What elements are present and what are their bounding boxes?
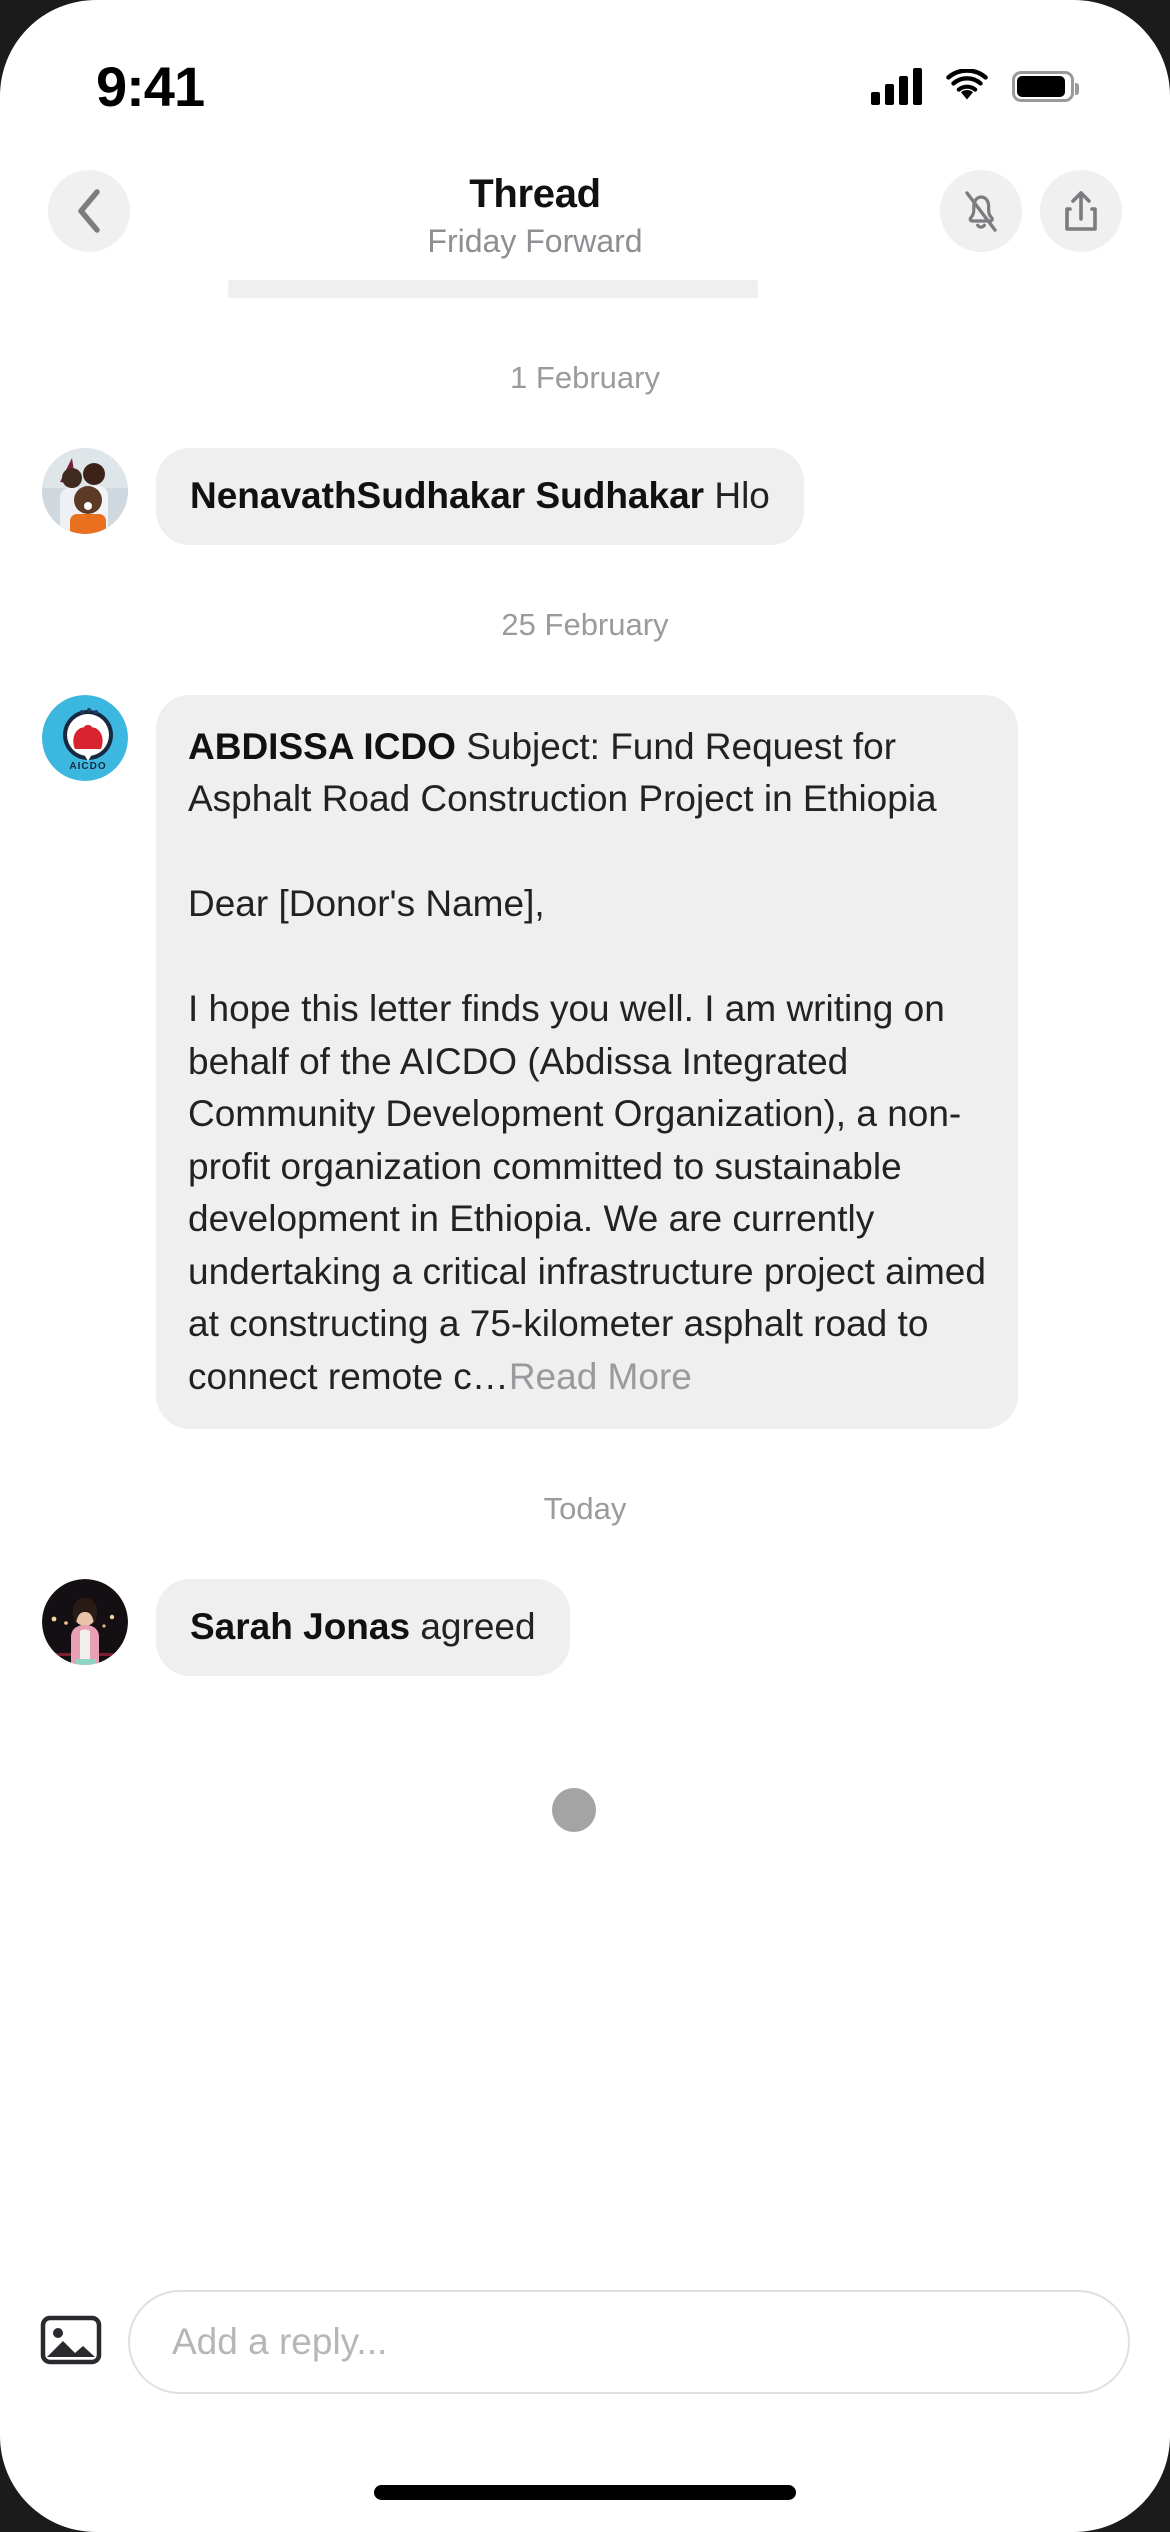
svg-text:AICDO: AICDO	[69, 761, 106, 772]
share-up-icon	[1065, 191, 1097, 231]
read-more-link[interactable]: Read More	[509, 1356, 692, 1397]
back-button[interactable]	[48, 170, 130, 252]
message-sender: Sarah Jonas	[190, 1606, 411, 1648]
image-icon	[40, 2315, 102, 2364]
phone-screen: 9:41 Thread Friday Forward 1 February Ne…	[0, 0, 1170, 2532]
nav-actions	[940, 170, 1122, 252]
nav-title-block: Thread Friday Forward	[130, 170, 940, 260]
navigation-bar: Thread Friday Forward	[0, 150, 1170, 280]
message-row[interactable]: Sarah Jonas agreed	[0, 1579, 1170, 1676]
date-divider: 1 February	[510, 360, 660, 395]
home-indicator	[374, 2485, 796, 2500]
message-text: agreed	[420, 1606, 536, 1648]
message-row[interactable]: NenavathSudhakar Sudhakar Hlo	[0, 448, 1170, 545]
woman-photo-avatar[interactable]	[42, 1579, 128, 1666]
reply-composer	[0, 2274, 1170, 2410]
chevron-left-icon	[78, 189, 100, 233]
date-divider: Today	[543, 1491, 627, 1527]
reply-input[interactable]	[128, 2290, 1130, 2394]
battery-icon	[1012, 70, 1079, 102]
message-text: Hlo	[714, 475, 770, 516]
wifi-icon	[944, 69, 990, 103]
scroll-thumb-indicator[interactable]	[552, 1788, 596, 1832]
message-bubble[interactable]: NenavathSudhakar Sudhakar Hlo	[156, 448, 804, 545]
group-photo-avatar[interactable]	[42, 448, 128, 534]
message-bubble[interactable]: ABDISSA ICDO Subject: Fund Request for A…	[156, 694, 1018, 1430]
message-text: Subject: Fund Request for Asphalt Road C…	[188, 725, 986, 1397]
previous-message-peek	[228, 280, 758, 298]
status-bar: 9:41	[0, 0, 1170, 150]
cellular-signal-icon	[871, 67, 922, 105]
share-button[interactable]	[1040, 170, 1122, 252]
status-time: 9:41	[96, 54, 205, 118]
attach-image-button[interactable]	[40, 2312, 102, 2373]
status-icons	[871, 67, 1079, 105]
message-sender: ABDISSA ICDO	[188, 725, 456, 767]
date-divider: 25 February	[501, 606, 669, 642]
aicdo-logo-avatar[interactable]: AICDO	[42, 694, 128, 781]
page-subtitle: Friday Forward	[427, 223, 643, 259]
bell-slash-icon	[965, 191, 997, 232]
mute-button[interactable]	[940, 170, 1022, 252]
message-bubble[interactable]: Sarah Jonas agreed	[156, 1579, 570, 1676]
page-title: Thread	[469, 172, 601, 216]
thread-scroll-area[interactable]: 1 February NenavathSudhakar Sudhakar Hlo…	[0, 280, 1170, 2332]
message-row[interactable]: AICDO ABDISSA ICDO Subject: Fund Request…	[0, 694, 1170, 1430]
message-sender: NenavathSudhakar Sudhakar	[190, 475, 705, 516]
